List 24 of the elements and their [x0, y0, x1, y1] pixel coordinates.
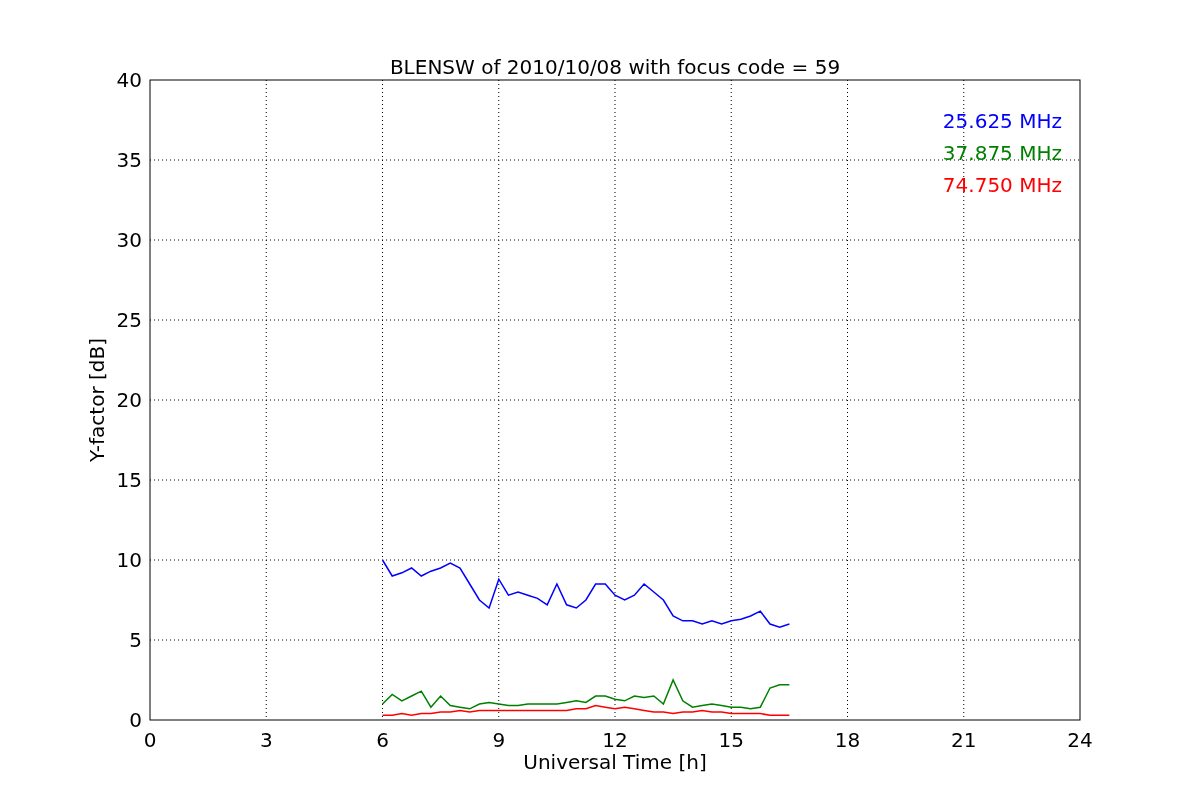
tick-label: 15 [116, 468, 142, 492]
tick-label: 10 [116, 548, 142, 572]
tick-label: 24 [1067, 728, 1093, 752]
tick-label: 30 [116, 228, 142, 252]
tick-label: 9 [492, 728, 506, 752]
legend-label: 25.625 MHz [942, 109, 1062, 133]
tick-label: 18 [834, 728, 861, 752]
legend-label: 74.750 MHz [942, 173, 1062, 197]
tick-label: 25 [116, 308, 142, 332]
chart-title: BLENSW of 2010/10/08 with focus code = 59 [389, 55, 841, 79]
tick-label: 0 [129, 708, 142, 732]
tick-label: 15 [718, 728, 744, 752]
tick-label: 3 [259, 728, 273, 752]
tick-label: 35 [116, 148, 142, 172]
legend-label: 37.875 MHz [942, 141, 1062, 165]
tick-label: 6 [376, 728, 389, 752]
tick-label: 21 [951, 728, 977, 752]
axis-label: Y-factor [dB] [85, 338, 109, 462]
tick-label: 5 [129, 628, 142, 652]
axis-label: Universal Time [h] [523, 750, 707, 774]
tick-label: 40 [116, 68, 142, 92]
tick-label: 20 [116, 388, 142, 412]
tick-label: 12 [602, 728, 628, 752]
tick-label: 0 [143, 728, 157, 752]
